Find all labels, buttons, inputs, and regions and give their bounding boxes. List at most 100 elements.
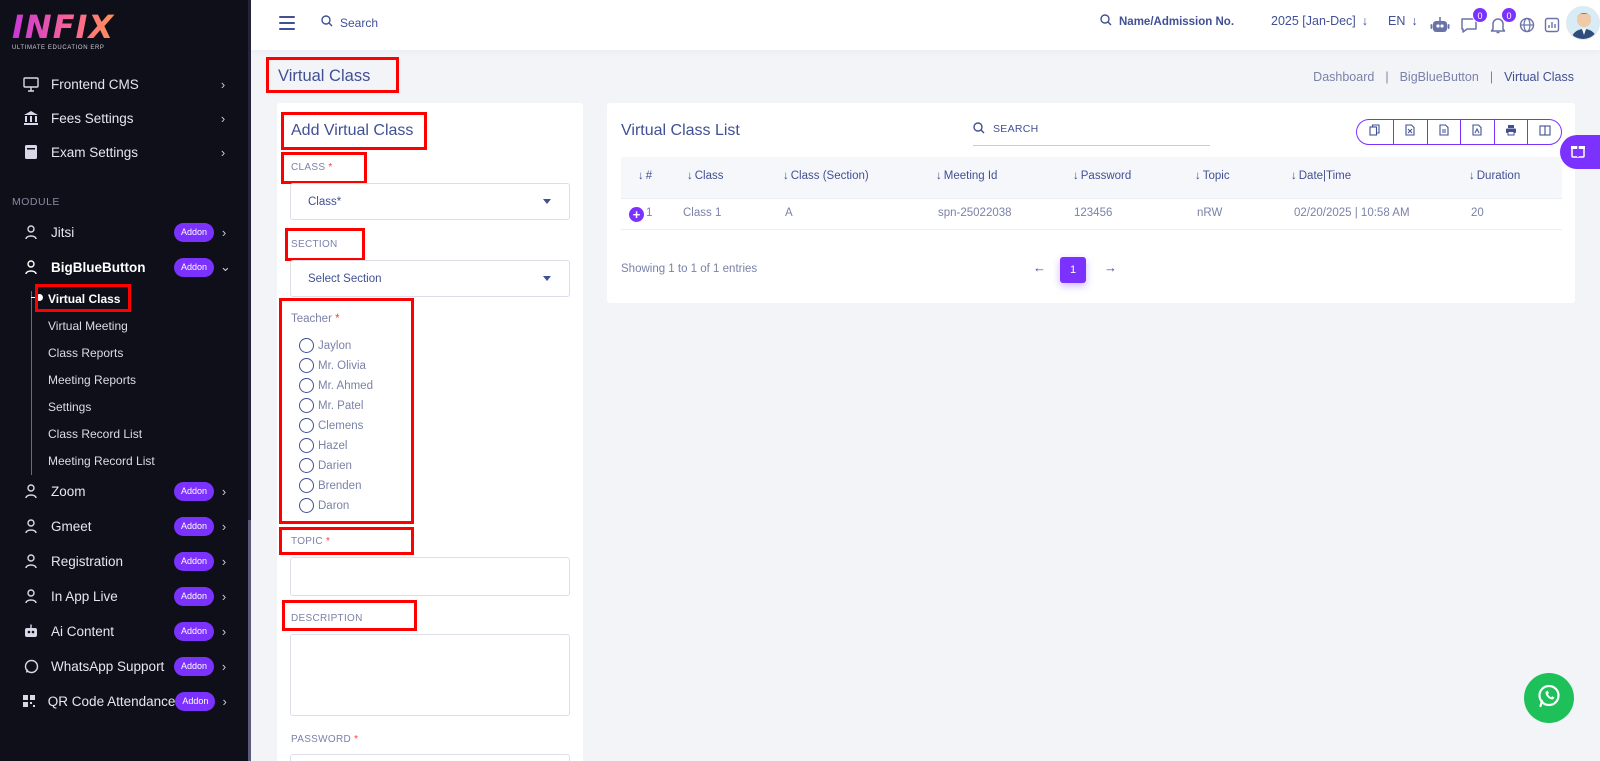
column-header-index[interactable]: ↓ # <box>638 170 652 182</box>
sidebar-item-gmeet[interactable]: Gmeet Addon › <box>0 510 248 542</box>
top-bar: Search Name/Admission No. 2025 [Jan-Dec]… <box>251 0 1600 50</box>
sidebar-item-qr-code-attendance[interactable]: QR Code Attendance Addon › <box>0 685 248 717</box>
submenu-item-meeting-reports[interactable]: Meeting Reports <box>48 373 136 387</box>
teacher-option[interactable]: Mr. Patel <box>299 398 363 413</box>
radio-button[interactable] <box>299 418 314 433</box>
sidebar-item-registration[interactable]: Registration Addon › <box>0 545 248 577</box>
csv-button[interactable] <box>1428 120 1462 144</box>
section-select[interactable]: Select Section <box>290 260 570 297</box>
avatar[interactable] <box>1566 6 1600 40</box>
sidebar-item-in-app-live[interactable]: In App Live Addon › <box>0 580 248 612</box>
radio-button[interactable] <box>299 478 314 493</box>
caret-down-icon <box>543 276 551 281</box>
chevron-right-icon: › <box>221 518 227 534</box>
teacher-option-label: Clemens <box>318 419 364 432</box>
pdf-button[interactable] <box>1461 120 1495 144</box>
top-search-label: Search <box>340 15 379 30</box>
required-mark: * <box>328 162 333 173</box>
submenu-item-settings[interactable]: Settings <box>48 400 91 414</box>
sidebar-scrollbar[interactable] <box>248 0 251 761</box>
radio-button[interactable] <box>299 338 314 353</box>
submenu-item-meeting-record-list[interactable]: Meeting Record List <box>48 454 155 468</box>
qr-code-icon <box>22 692 37 710</box>
sidebar-item-ai-content[interactable]: Ai Content Addon › <box>0 615 248 647</box>
column-header-duration[interactable]: ↓ Duration <box>1469 170 1520 182</box>
print-icon <box>1505 123 1517 141</box>
sidebar-item-zoom[interactable]: Zoom Addon › <box>0 475 248 507</box>
sidebar-scrollbar-thumb[interactable] <box>248 520 251 761</box>
teacher-option[interactable]: Mr. Olivia <box>299 358 366 373</box>
teacher-option-label: Jaylon <box>318 339 352 352</box>
robot-icon[interactable] <box>1429 14 1451 36</box>
submenu-item-virtual-class[interactable]: Virtual Class <box>48 292 120 306</box>
class-label-text: CLASS <box>291 162 326 173</box>
excel-button[interactable] <box>1394 120 1428 144</box>
breadcrumb-item-bigbluebutton[interactable]: BigBlueButton <box>1400 70 1479 84</box>
submenu-item-virtual-meeting[interactable]: Virtual Meeting <box>48 319 128 333</box>
teacher-label-text: Teacher <box>291 313 332 325</box>
sidebar-item-whatsapp-support[interactable]: WhatsApp Support Addon › <box>0 650 248 682</box>
radio-button[interactable] <box>299 358 314 373</box>
column-header-password[interactable]: ↓ Password <box>1073 170 1131 182</box>
floating-gift-button[interactable] <box>1560 135 1600 169</box>
form-title: Add Virtual Class <box>291 122 414 139</box>
submenu-item-class-record-list[interactable]: Class Record List <box>48 427 142 441</box>
student-search-label: Name/Admission No. <box>1119 15 1235 28</box>
page-button-current[interactable]: 1 <box>1060 257 1086 283</box>
infix-logo[interactable]: INFIX ULTIMATE EDUCATION ERP <box>12 10 122 55</box>
radio-button[interactable] <box>299 458 314 473</box>
whatsapp-chat-button[interactable] <box>1524 673 1574 723</box>
chat-icon[interactable]: 0 <box>1458 7 1488 36</box>
column-header-topic[interactable]: ↓ Topic <box>1195 170 1230 182</box>
description-textarea[interactable] <box>290 634 570 716</box>
globe-icon[interactable] <box>1516 14 1538 36</box>
column-visibility-button[interactable] <box>1528 120 1561 144</box>
list-search-input[interactable]: SEARCH <box>973 113 1210 146</box>
teacher-option[interactable]: Daron <box>299 498 349 513</box>
expand-row-plus-icon[interactable]: + <box>629 207 644 222</box>
next-page-arrow-icon[interactable]: → <box>1104 260 1117 275</box>
addon-badge: Addon <box>173 621 214 641</box>
sidebar-item-label: WhatsApp Support <box>51 658 165 674</box>
teacher-option[interactable]: Brenden <box>299 478 361 493</box>
chart-icon[interactable] <box>1541 14 1563 36</box>
sidebar-item-fees-settings[interactable]: Fees Settings › <box>0 102 248 134</box>
student-search[interactable]: Name/Admission No. <box>1100 14 1234 29</box>
print-button[interactable] <box>1495 120 1529 144</box>
top-search[interactable]: Search <box>321 15 378 30</box>
radio-button[interactable] <box>299 438 314 453</box>
radio-button[interactable] <box>299 378 314 393</box>
column-header-class[interactable]: ↓ Class <box>687 170 724 182</box>
sidebar-item-bigbluebutton[interactable]: BigBlueButton Addon ⌄ <box>0 251 248 283</box>
sidebar-item-jitsi[interactable]: Jitsi Addon › <box>0 216 248 248</box>
breadcrumb-item-dashboard[interactable]: Dashboard <box>1313 70 1374 84</box>
radio-button[interactable] <box>299 398 314 413</box>
topic-input[interactable] <box>290 557 570 596</box>
cell-meeting-id: spn-25022038 <box>938 207 1012 219</box>
password-input[interactable] <box>290 754 570 761</box>
teacher-option[interactable]: Darien <box>299 458 352 473</box>
sidebar-item-frontend-cms[interactable]: Frontend CMS › <box>0 68 248 100</box>
column-header-datetime[interactable]: ↓ Date|Time <box>1291 170 1351 182</box>
bell-icon[interactable]: 0 <box>1487 7 1517 36</box>
submenu-item-class-reports[interactable]: Class Reports <box>48 346 123 360</box>
copy-button[interactable] <box>1357 120 1394 144</box>
teacher-option[interactable]: Hazel <box>299 438 347 453</box>
radio-button[interactable] <box>299 498 314 513</box>
hamburger-menu-icon[interactable] <box>279 16 295 30</box>
table-info-text: Showing 1 to 1 of 1 entries <box>621 263 758 275</box>
whatsapp-icon <box>1536 683 1562 714</box>
column-header-class-section[interactable]: ↓ Class (Section) <box>783 170 869 182</box>
class-select[interactable]: Class* <box>290 183 570 220</box>
previous-page-arrow-icon[interactable]: ← <box>1033 260 1046 275</box>
teacher-option[interactable]: Clemens <box>299 418 363 433</box>
password-label-text: PASSWORD <box>291 734 351 745</box>
sidebar-item-exam-settings[interactable]: Exam Settings › <box>0 136 248 168</box>
teacher-option[interactable]: Jaylon <box>299 338 351 353</box>
session-selector[interactable]: 2025 [Jan-Dec] ↓ <box>1271 14 1368 28</box>
teacher-option[interactable]: Mr. Ahmed <box>299 378 373 393</box>
language-selector[interactable]: EN ↓ <box>1388 14 1418 28</box>
required-mark: * <box>354 734 359 745</box>
column-header-meeting-id[interactable]: ↓ Meeting Id <box>936 170 997 182</box>
book-icon <box>22 143 40 161</box>
